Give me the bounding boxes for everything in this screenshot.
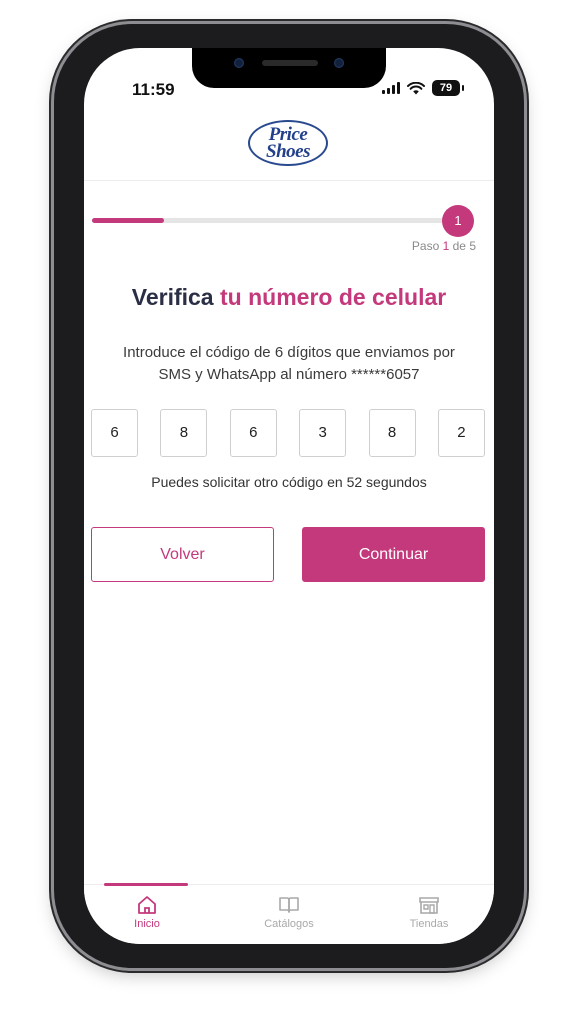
home-icon	[138, 896, 156, 914]
nav-item-tiendas[interactable]: Tiendas	[384, 895, 474, 930]
progress-track	[92, 218, 452, 223]
code-digit-2[interactable]: 8	[160, 409, 208, 457]
step-indicator: 1	[442, 205, 474, 237]
price-shoes-logo: Price Shoes	[248, 120, 328, 166]
nav-item-catalogos[interactable]: Catálogos	[244, 895, 334, 930]
code-digit-5[interactable]: 8	[368, 409, 416, 457]
battery-icon: 79	[432, 80, 464, 96]
nav-label-catalogos: Catálogos	[264, 918, 314, 930]
code-digit-4[interactable]: 3	[299, 409, 347, 457]
title-part1: Verifica	[131, 284, 220, 310]
instructions-line1: Introduce el código de 6 dígitos que env…	[123, 344, 455, 361]
title-part2: tu número de celular	[220, 284, 447, 310]
nav-label-inicio: Inicio	[134, 918, 160, 930]
phone-screen: 11:59 79 Price Shoes 1 Paso 1 de 5 Verif…	[84, 48, 494, 944]
wifi-icon	[407, 81, 425, 94]
signal-icon	[382, 82, 400, 94]
instructions-line2: SMS y WhatsApp al número ******6057	[158, 366, 420, 383]
sensor-icon	[334, 58, 344, 68]
nav-label-tiendas: Tiendas	[409, 918, 449, 930]
code-digit-1[interactable]: 6	[91, 409, 138, 457]
speaker-grille	[262, 60, 318, 66]
book-icon	[279, 897, 299, 913]
instructions: Introduce el código de 6 dígitos que env…	[102, 342, 476, 386]
code-digit-6[interactable]: 2	[437, 409, 485, 457]
status-icons: 79	[382, 80, 464, 96]
step-counter: Paso 1 de 5	[412, 239, 476, 253]
step-prefix: Paso	[411, 239, 443, 253]
verification-code-inputs: 6 8 6 3 8 2	[91, 409, 485, 457]
logo-text-line2: Shoes	[266, 141, 310, 162]
progress-fill	[92, 218, 164, 223]
resend-timer-text: Puedes solicitar otro código en 52 segun…	[151, 474, 427, 490]
camera-icon	[234, 58, 244, 68]
phone-notch	[192, 48, 386, 88]
status-time: 11:59	[132, 80, 175, 99]
step-total: de 5	[449, 239, 476, 253]
bottom-nav: Inicio Catálogos Tiendas	[84, 883, 494, 944]
page-title: Verifica tu número de celular	[84, 284, 494, 311]
continue-button[interactable]: Continuar	[302, 527, 485, 582]
nav-item-inicio[interactable]: Inicio	[102, 895, 192, 930]
nav-active-indicator	[104, 883, 188, 886]
store-icon	[419, 897, 439, 914]
back-button[interactable]: Volver	[91, 527, 274, 582]
code-digit-3[interactable]: 6	[229, 409, 277, 457]
header-divider	[84, 180, 494, 181]
